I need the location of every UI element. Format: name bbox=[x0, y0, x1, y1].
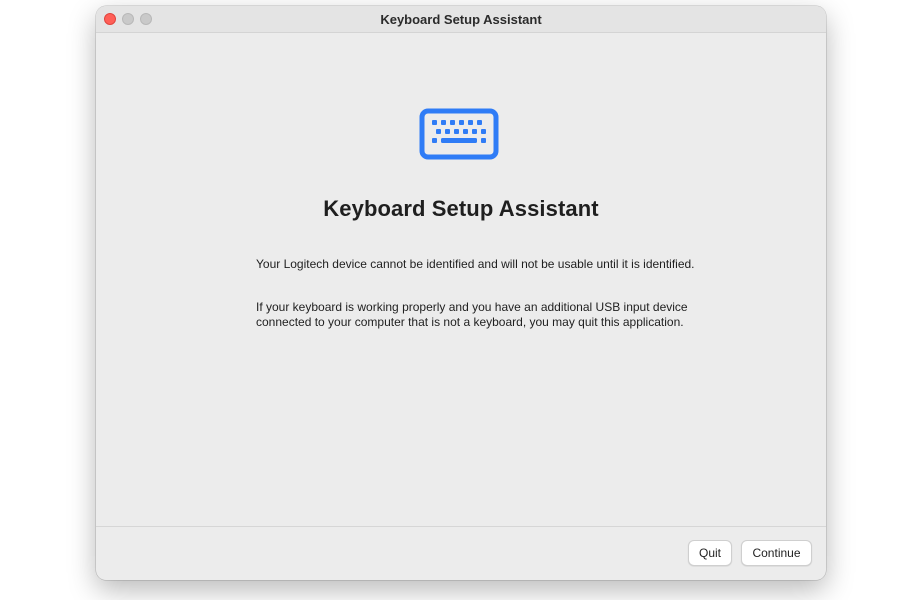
keyboard-icon bbox=[419, 108, 499, 160]
quit-button[interactable]: Quit bbox=[688, 540, 732, 566]
continue-button[interactable]: Continue bbox=[741, 540, 812, 566]
footer-divider bbox=[96, 526, 826, 527]
identification-message: Your Logitech device cannot be identifie… bbox=[256, 257, 695, 271]
window-title: Keyboard Setup Assistant bbox=[380, 12, 542, 27]
setup-assistant-window: Keyboard Setup Assistant Keyboard Setup … bbox=[96, 6, 826, 580]
quit-instructions: If your keyboard is working properly and… bbox=[256, 300, 688, 329]
title-bar[interactable]: Keyboard Setup Assistant bbox=[96, 6, 826, 33]
page-heading: Keyboard Setup Assistant bbox=[323, 196, 599, 221]
